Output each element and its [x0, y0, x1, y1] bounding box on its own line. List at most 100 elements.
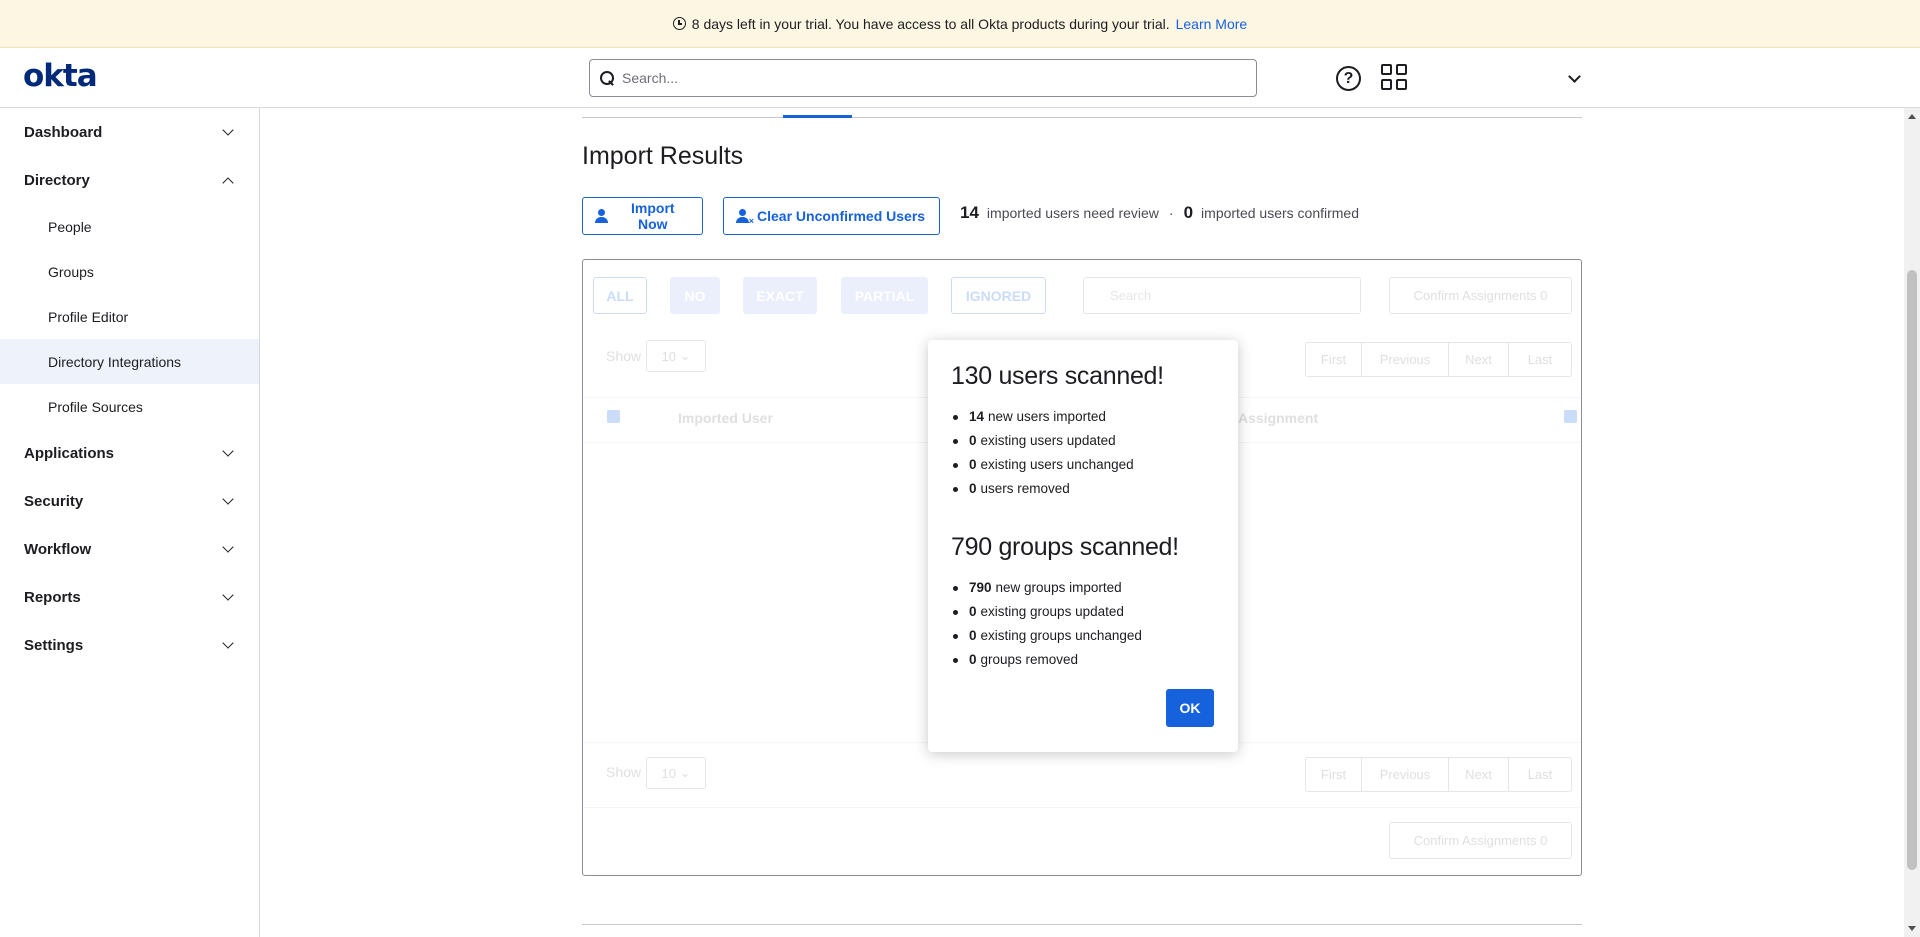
list-item: 0 users removed	[951, 477, 1215, 501]
ok-button[interactable]: OK	[1166, 689, 1214, 727]
sidebar-subitem-profile-editor[interactable]: Profile Editor	[0, 294, 259, 339]
pager-last[interactable]: Last	[1509, 343, 1571, 376]
sidebar-item-label: Directory	[24, 171, 90, 189]
import-now-button[interactable]: Import Now	[582, 197, 703, 235]
pager-next[interactable]: Next	[1449, 758, 1509, 791]
help-icon[interactable]: ?	[1336, 66, 1361, 91]
page-size-select[interactable]: 10 ⌄	[646, 340, 706, 372]
list-item: 0 existing users unchanged	[951, 453, 1215, 477]
chevron-down-icon	[222, 589, 234, 601]
table-search-input[interactable]: Search	[1083, 277, 1361, 314]
tab-divider	[582, 117, 1582, 118]
review-text: imported users need review	[986, 205, 1159, 221]
trial-banner: 8 days left in your trial. You have acce…	[0, 0, 1920, 48]
sidebar-item-workflow[interactable]: Workflow	[0, 525, 259, 573]
pager-first[interactable]: First	[1306, 343, 1362, 376]
clear-unconfirmed-label: Clear Unconfirmed Users	[757, 208, 926, 224]
search-input[interactable]	[622, 70, 1222, 86]
scan-results-modal: 130 users scanned! 14 new users imported …	[928, 340, 1238, 752]
pager-last[interactable]: Last	[1509, 758, 1571, 791]
search-icon	[600, 71, 614, 85]
pager-top: First Previous Next Last	[1305, 342, 1572, 377]
pager-next[interactable]: Next	[1449, 343, 1509, 376]
page-title: Import Results	[582, 142, 744, 170]
sidebar-item-settings[interactable]: Settings	[0, 621, 259, 669]
pager-bottom: First Previous Next Last	[1305, 757, 1572, 792]
row-select-checkbox[interactable]	[1564, 410, 1577, 423]
trial-banner-text: 8 days left in your trial. You have acce…	[691, 15, 1170, 32]
chevron-down-icon	[222, 637, 234, 649]
confirm-assignments-button-bottom[interactable]: Confirm Assignments 0	[1389, 822, 1572, 859]
chevron-down-icon	[222, 124, 234, 136]
sidebar-item-applications[interactable]: Applications	[0, 429, 259, 477]
pager-previous[interactable]: Previous	[1362, 758, 1449, 791]
sidebar-item-label: Dashboard	[24, 123, 103, 141]
stat-label: users removed	[980, 481, 1070, 496]
sidebar-item-label: Workflow	[24, 540, 92, 558]
summary-separator: ·	[1168, 205, 1174, 221]
stat-label: new groups imported	[995, 580, 1122, 595]
sidebar-subitem-groups[interactable]: Groups	[0, 249, 259, 294]
stat-count: 0	[969, 457, 977, 472]
sidebar-subitem-directory-integrations[interactable]: Directory Integrations	[0, 339, 259, 384]
confirmed-text: imported users confirmed	[1201, 205, 1359, 221]
list-item: 0 existing groups unchanged	[951, 624, 1215, 648]
sidebar-item-label: Settings	[24, 636, 84, 654]
stat-count: 0	[969, 604, 977, 619]
clock-icon	[672, 17, 686, 30]
sidebar-nav: Dashboard Directory People Groups Profil…	[0, 108, 260, 937]
filter-partial-button[interactable]: PARTIAL	[841, 277, 928, 314]
import-now-label: Import Now	[631, 200, 675, 232]
select-all-checkbox[interactable]	[607, 410, 620, 423]
remove-person-icon: ×	[736, 209, 754, 226]
stat-label: existing groups updated	[980, 604, 1124, 619]
scroll-up-arrow-icon[interactable]	[1908, 114, 1916, 119]
pager-first[interactable]: First	[1306, 758, 1362, 791]
users-scanned-title: 130 users scanned!	[951, 362, 1164, 390]
stat-count: 0	[969, 481, 977, 496]
sidebar-item-reports[interactable]: Reports	[0, 573, 259, 621]
scroll-thumb[interactable]	[1907, 270, 1917, 870]
confirmed-count: 0	[1183, 203, 1194, 222]
person-icon	[595, 209, 608, 223]
stat-count: 0	[969, 652, 977, 667]
groups-stats-list: 790 new groups imported 0 existing groups …	[951, 576, 1215, 672]
import-summary: 14 imported users need review · 0 import…	[960, 203, 1359, 223]
chevron-up-icon	[222, 177, 234, 189]
scroll-down-arrow-icon[interactable]	[1908, 926, 1916, 931]
review-count: 14	[960, 203, 979, 222]
clear-unconfirmed-users-button[interactable]: × Clear Unconfirmed Users	[723, 197, 940, 235]
filter-ignored-button[interactable]: IGNORED	[951, 277, 1046, 314]
global-search[interactable]	[589, 59, 1257, 97]
filter-no-button[interactable]: NO	[670, 277, 720, 314]
sidebar-item-directory[interactable]: Directory	[0, 156, 259, 204]
page-size-select-bottom[interactable]: 10 ⌄	[646, 757, 706, 789]
pager-previous[interactable]: Previous	[1362, 343, 1449, 376]
content-bottom-divider	[582, 924, 1582, 925]
users-stats-list: 14 new users imported 0 existing users upd…	[951, 405, 1215, 501]
show-label-bottom: Show	[606, 764, 642, 780]
stat-label: existing users updated	[980, 433, 1116, 448]
col-assignment: Assignment	[1238, 410, 1319, 426]
chevron-down-icon	[222, 541, 234, 553]
page-size-value: 10	[661, 765, 676, 781]
confirm-assignments-button[interactable]: Confirm Assignments 0	[1389, 277, 1572, 314]
show-label: Show	[606, 348, 642, 364]
stat-label: new users imported	[988, 409, 1106, 424]
filter-all-button[interactable]: ALL	[593, 277, 647, 314]
user-menu-chevron-down-icon[interactable]	[1568, 70, 1581, 83]
stat-count: 0	[969, 433, 977, 448]
sidebar-item-security[interactable]: Security	[0, 477, 259, 525]
filter-exact-button[interactable]: EXACT	[743, 277, 817, 314]
okta-logo[interactable]: okta	[23, 58, 98, 94]
col-imported-user: Imported User	[678, 410, 773, 426]
groups-scanned-title: 790 groups scanned!	[951, 533, 1179, 561]
learn-more-link[interactable]: Learn More	[1176, 16, 1248, 32]
stat-count: 14	[969, 409, 985, 424]
page-scrollbar[interactable]	[1904, 108, 1920, 937]
sidebar-subitem-profile-sources[interactable]: Profile Sources	[0, 384, 259, 429]
app-switcher-icon[interactable]	[1381, 64, 1407, 90]
sidebar-subitem-people[interactable]: People	[0, 204, 259, 249]
table-bottom-divider	[583, 807, 1581, 808]
sidebar-item-dashboard[interactable]: Dashboard	[0, 108, 259, 156]
